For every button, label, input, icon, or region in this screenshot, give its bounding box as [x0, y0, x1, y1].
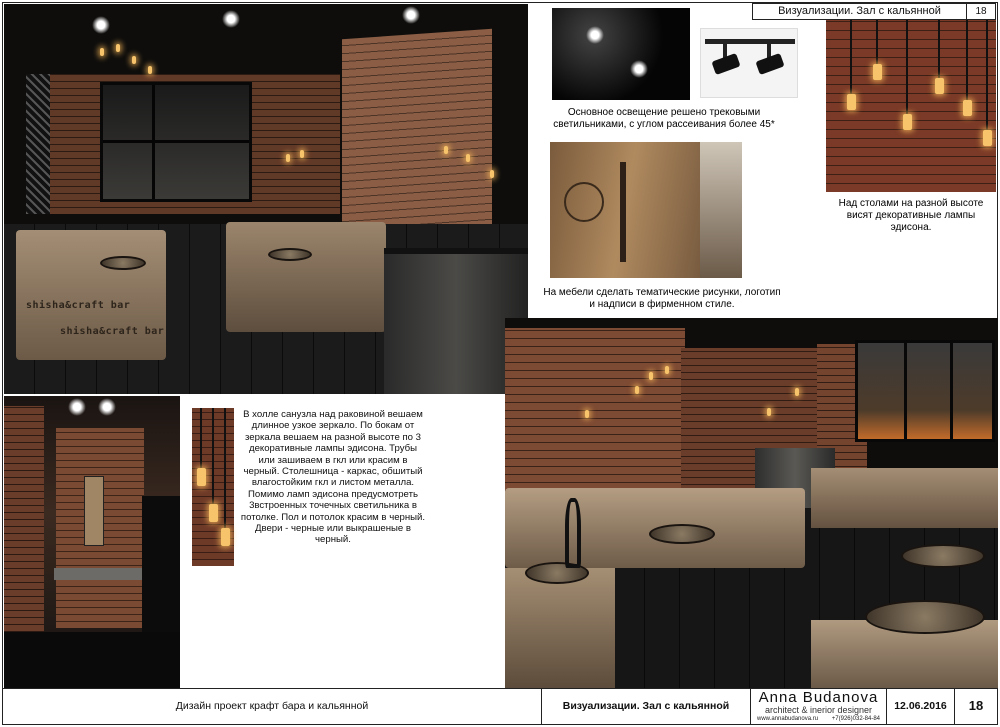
designer-phone: +7(926)032-84-84	[831, 716, 880, 722]
edison-bulb-icon	[983, 130, 992, 146]
ceiling-spot-icon	[92, 16, 110, 34]
track-luminaire-photo	[700, 28, 798, 98]
designer-contacts: www.annabudanova.ru +7(926)032-84-84	[751, 715, 886, 724]
edison-bulb-icon	[197, 468, 206, 486]
view-name: Визуализации. Зал с кальянной	[542, 689, 751, 724]
decor-grate	[26, 74, 50, 214]
hall-window	[100, 82, 252, 202]
caption-track-lights: Основное освещение решено трековыми свет…	[553, 107, 775, 130]
furniture-divider	[620, 162, 626, 262]
hall-description-text: В холле санузла над раковиной вешаем дли…	[240, 409, 426, 546]
left-sofa: shisha&craft bar shisha&craft bar	[16, 230, 166, 360]
table	[268, 248, 312, 261]
edison-bulb-icon	[963, 100, 972, 116]
bar-background	[700, 142, 742, 278]
edison-bulb-icon	[649, 372, 653, 380]
edison-bulb-icon	[286, 154, 290, 162]
edison-bulb-icon	[148, 66, 152, 74]
track-spot-icon	[586, 26, 604, 44]
front-sofa	[505, 568, 615, 688]
main-hall-render: shisha&craft bar shisha&craft bar	[4, 4, 528, 394]
edison-bulb-icon	[795, 388, 799, 396]
edison-bulb-icon	[444, 146, 448, 154]
lounge-window	[855, 340, 995, 442]
ceiling-spot-icon	[402, 6, 420, 24]
sheet-date: 12.06.2016	[887, 689, 955, 724]
track-lights-photo	[552, 8, 690, 100]
edison-bulb-icon	[767, 408, 771, 416]
edison-bulb-icon	[116, 44, 120, 52]
edison-bulb-icon	[935, 78, 944, 94]
edison-bulb-icon	[221, 528, 230, 546]
designer-website: www.annabudanova.ru	[757, 716, 819, 722]
ceiling-spot-icon	[68, 398, 86, 416]
sofa-sign-2: shisha&craft bar	[60, 326, 165, 337]
sheet-header: Визуализации. Зал с кальянной 18	[752, 3, 996, 20]
caption-furniture: На мебели сделать тематические рисунки, …	[543, 287, 781, 310]
logo-drawing-icon	[564, 182, 604, 222]
edison-bulb-icon	[903, 114, 912, 130]
header-title: Визуализации. Зал с кальянной	[753, 4, 967, 19]
header-page-number: 18	[975, 6, 987, 17]
hookah-lounge-render	[505, 318, 998, 688]
side-brick-wall	[4, 406, 44, 666]
designer-role: architect & inerior designer	[764, 705, 873, 715]
edison-bulb-icon	[490, 170, 494, 178]
caption-edison-lamps: Над столами на разной высоте висят декор…	[838, 198, 984, 233]
track-spot-icon	[630, 60, 648, 78]
table	[649, 524, 715, 544]
title-block: Дизайн проект крафт бара и кальянной Виз…	[3, 688, 997, 724]
edison-lamps-photo	[826, 4, 996, 192]
center-sofa	[226, 222, 386, 332]
table	[901, 544, 985, 568]
back-sofa	[811, 468, 998, 528]
branded-furniture-photo	[550, 142, 742, 278]
sheet-page-number: 18	[968, 698, 984, 713]
edison-bulb-icon	[847, 94, 856, 110]
edison-bulb-icon	[132, 56, 136, 64]
black-floor	[4, 632, 180, 688]
edison-bulb-icon	[873, 64, 882, 80]
designer-logo: Anna Budanova architect & inerior design…	[751, 689, 887, 724]
table	[100, 256, 146, 270]
ceiling-spot-icon	[222, 10, 240, 28]
ceiling-spot-icon	[98, 398, 116, 416]
table	[865, 600, 985, 634]
edison-bulb-icon	[466, 154, 470, 162]
edison-bulb-icon	[100, 48, 104, 56]
edison-lamp-cluster-photo	[192, 408, 234, 566]
edison-bulb-icon	[300, 150, 304, 158]
hookah-icon	[565, 498, 581, 568]
edison-bulb-icon	[209, 504, 218, 522]
designer-name: Anna Budanova	[758, 689, 879, 706]
project-name: Дизайн проект крафт бара и кальянной	[3, 689, 542, 724]
edison-bulb-icon	[585, 410, 589, 418]
track-luminaire-icon	[705, 39, 795, 75]
restroom-hall-render	[4, 396, 180, 688]
sofa-sign-1: shisha&craft bar	[26, 300, 131, 311]
sink-countertop	[54, 568, 146, 580]
edison-bulb-icon	[635, 386, 639, 394]
mirror	[84, 476, 104, 546]
edison-bulb-icon	[665, 366, 669, 374]
